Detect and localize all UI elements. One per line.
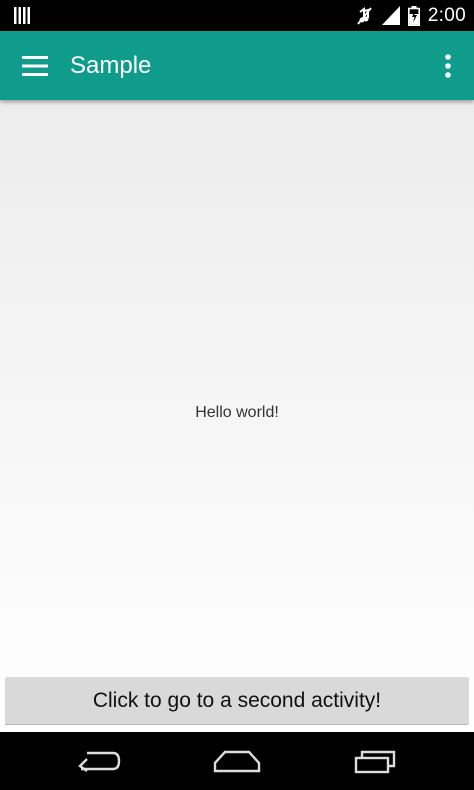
mute-icon [357, 6, 372, 25]
main-content: Hello world! Click to go to a second act… [0, 100, 474, 732]
home-icon [213, 750, 261, 773]
back-button[interactable] [49, 732, 149, 790]
recents-icon [354, 750, 396, 774]
overflow-menu-button[interactable] [436, 43, 460, 89]
status-bar: 2:00 [0, 0, 474, 31]
nav-bar [0, 732, 474, 790]
status-time: 2:00 [427, 4, 466, 26]
signal-bars-icon [14, 7, 30, 24]
back-icon [78, 751, 121, 772]
overflow-menu-icon [445, 54, 451, 78]
menu-button[interactable] [10, 41, 60, 91]
app-title: Sample [70, 52, 152, 79]
hello-text: Hello world! [195, 404, 279, 421]
second-activity-button[interactable]: Click to go to a second activity! [5, 677, 469, 725]
hamburger-menu-icon [22, 56, 48, 76]
recents-button[interactable] [326, 732, 426, 790]
app-bar: Sample [0, 31, 474, 100]
phone-screen: 2:00 Sample Hello world! Click to go to … [0, 0, 474, 790]
home-button[interactable] [187, 732, 287, 790]
status-right-group: 2:00 [354, 0, 466, 31]
cell-signal-icon [381, 6, 400, 25]
battery-icon [407, 5, 420, 26]
